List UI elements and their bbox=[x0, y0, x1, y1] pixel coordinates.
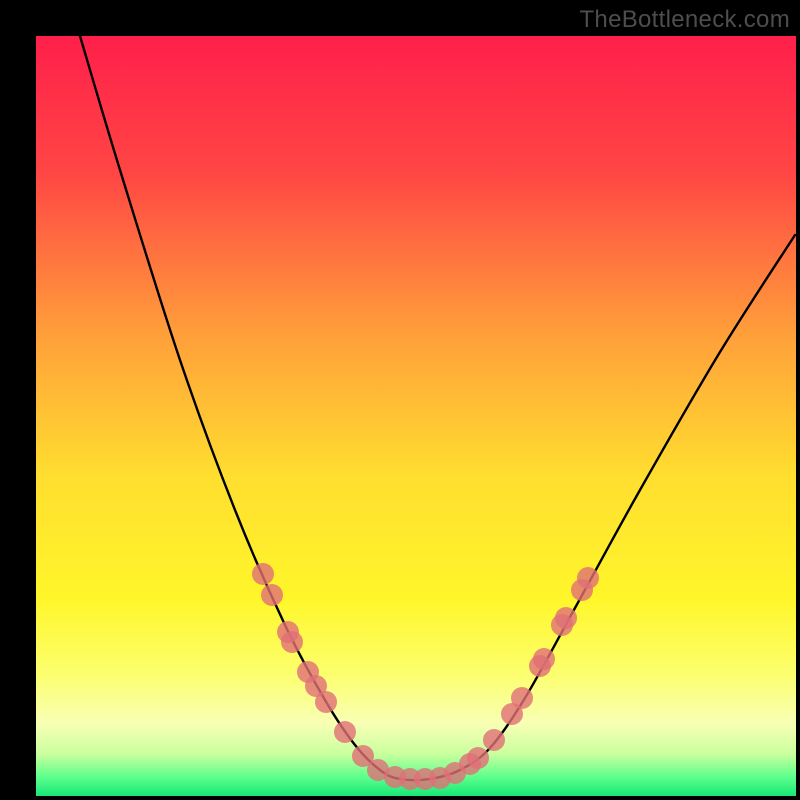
data-point bbox=[261, 584, 283, 606]
data-point bbox=[334, 721, 356, 743]
data-point bbox=[483, 729, 505, 751]
data-point bbox=[555, 607, 577, 629]
data-point bbox=[459, 753, 481, 775]
chart-frame: TheBottleneck.com bbox=[0, 0, 800, 800]
data-point bbox=[281, 631, 303, 653]
data-point bbox=[315, 691, 337, 713]
bottleneck-chart bbox=[0, 0, 800, 800]
data-point bbox=[533, 648, 555, 670]
data-point bbox=[577, 567, 599, 589]
data-point bbox=[252, 563, 274, 585]
data-point bbox=[511, 687, 533, 709]
watermark-text: TheBottleneck.com bbox=[579, 6, 790, 34]
